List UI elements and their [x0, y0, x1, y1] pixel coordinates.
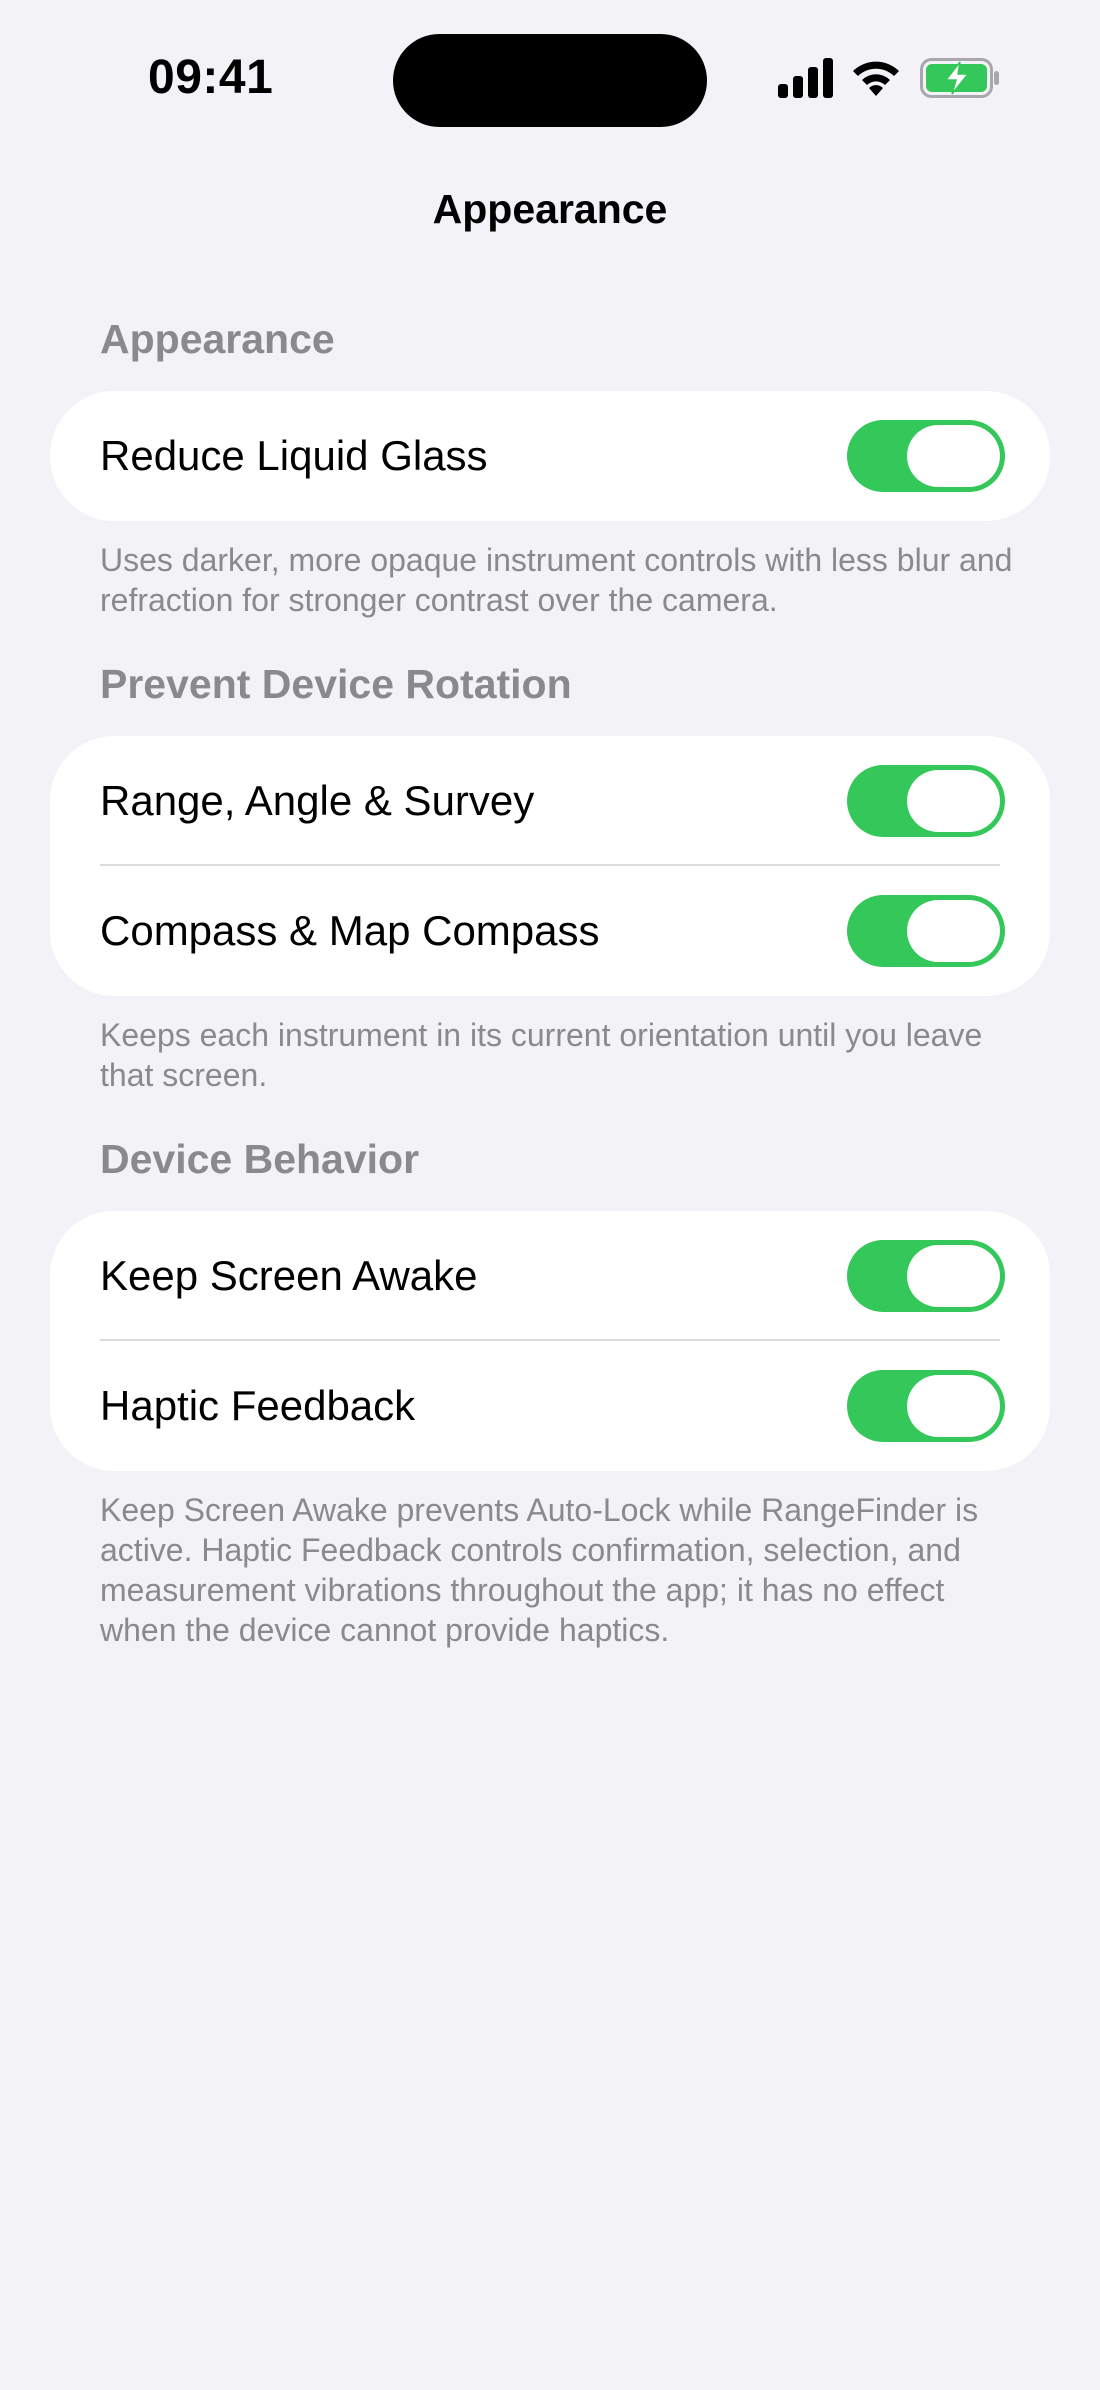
section-footer-device-behavior: Keep Screen Awake prevents Auto-Lock whi… — [100, 1492, 979, 1648]
page-title: Appearance — [432, 186, 668, 232]
setting-label: Keep Screen Awake — [100, 1252, 478, 1299]
setting-row-keep-screen-awake: Keep Screen Awake — [50, 1211, 1050, 1341]
toggle-knob — [907, 770, 1000, 832]
status-time: 09:41 — [148, 51, 274, 104]
section-header-device-behavior: Device Behavior — [100, 1136, 420, 1182]
toggle-knob — [907, 425, 1000, 487]
section-footer-appearance: Uses darker, more opaque instrument cont… — [100, 542, 1013, 618]
setting-row-compass-map-compass: Compass & Map Compass — [50, 866, 1050, 996]
keep-screen-awake-toggle[interactable] — [847, 1240, 1005, 1312]
toggle-knob — [907, 1375, 1000, 1437]
cellular-signal-icon — [778, 58, 833, 98]
settings-group-device-behavior: Keep Screen Awake Haptic Feedback — [50, 1211, 1050, 1471]
wifi-icon — [853, 61, 899, 96]
settings-group-appearance: Reduce Liquid Glass — [50, 391, 1050, 521]
compass-map-compass-toggle[interactable] — [847, 895, 1005, 967]
setting-row-reduce-liquid-glass: Reduce Liquid Glass — [50, 391, 1050, 521]
setting-label: Compass & Map Compass — [100, 907, 600, 954]
section-header-appearance: Appearance — [100, 316, 335, 362]
reduce-liquid-glass-toggle[interactable] — [847, 420, 1005, 492]
section-footer-prevent-device-rotation: Keeps each instrument in its current ori… — [100, 1017, 983, 1093]
toggle-knob — [907, 1245, 1000, 1307]
status-bar: 09:41 — [0, 0, 1100, 160]
settings-group-prevent-device-rotation: Range, Angle & Survey Compass & Map Comp… — [50, 736, 1050, 996]
range-angle-survey-toggle[interactable] — [847, 765, 1005, 837]
setting-label: Range, Angle & Survey — [100, 777, 535, 824]
setting-row-haptic-feedback: Haptic Feedback — [50, 1341, 1050, 1471]
section-header-prevent-device-rotation: Prevent Device Rotation — [100, 661, 572, 707]
haptic-feedback-toggle[interactable] — [847, 1370, 1005, 1442]
toggle-knob — [907, 900, 1000, 962]
setting-label: Reduce Liquid Glass — [100, 432, 488, 479]
dynamic-island — [393, 34, 707, 127]
setting-row-range-angle-survey: Range, Angle & Survey — [50, 736, 1050, 866]
setting-label: Haptic Feedback — [100, 1382, 416, 1429]
battery-charging-icon — [920, 58, 999, 98]
